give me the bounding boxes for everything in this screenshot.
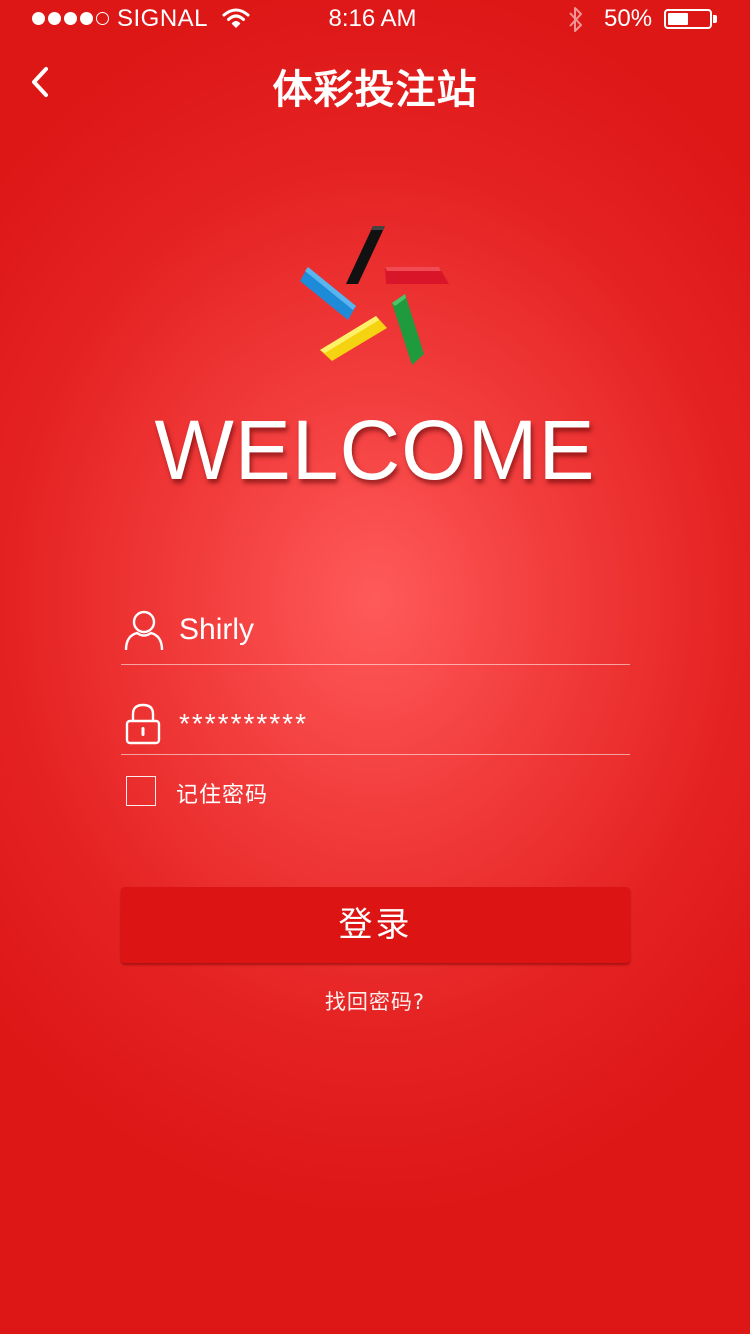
password-input[interactable]: [179, 704, 630, 744]
remember-password-checkbox[interactable]: [126, 776, 156, 806]
battery-percentage: 50%: [604, 5, 653, 32]
status-bar: SIGNAL 8:16 AM 50%: [0, 0, 750, 40]
welcome-heading: WELCOME: [154, 403, 596, 497]
username-field-container: [121, 604, 630, 665]
battery-icon: [664, 9, 712, 29]
lock-icon: [123, 702, 163, 750]
lottery-star-logo: [295, 218, 459, 374]
username-input[interactable]: [179, 610, 630, 650]
bluetooth-icon: [566, 5, 586, 39]
remember-password-label: 记住密码: [176, 783, 269, 808]
password-field-container: [121, 698, 630, 755]
page-title: 体彩投注站: [272, 67, 478, 113]
login-button[interactable]: 登录: [121, 887, 630, 963]
user-icon: [123, 608, 165, 656]
battery-cap: [713, 15, 717, 23]
forgot-password-link[interactable]: 找回密码?: [0, 986, 750, 1016]
battery-level-fill: [668, 13, 688, 25]
